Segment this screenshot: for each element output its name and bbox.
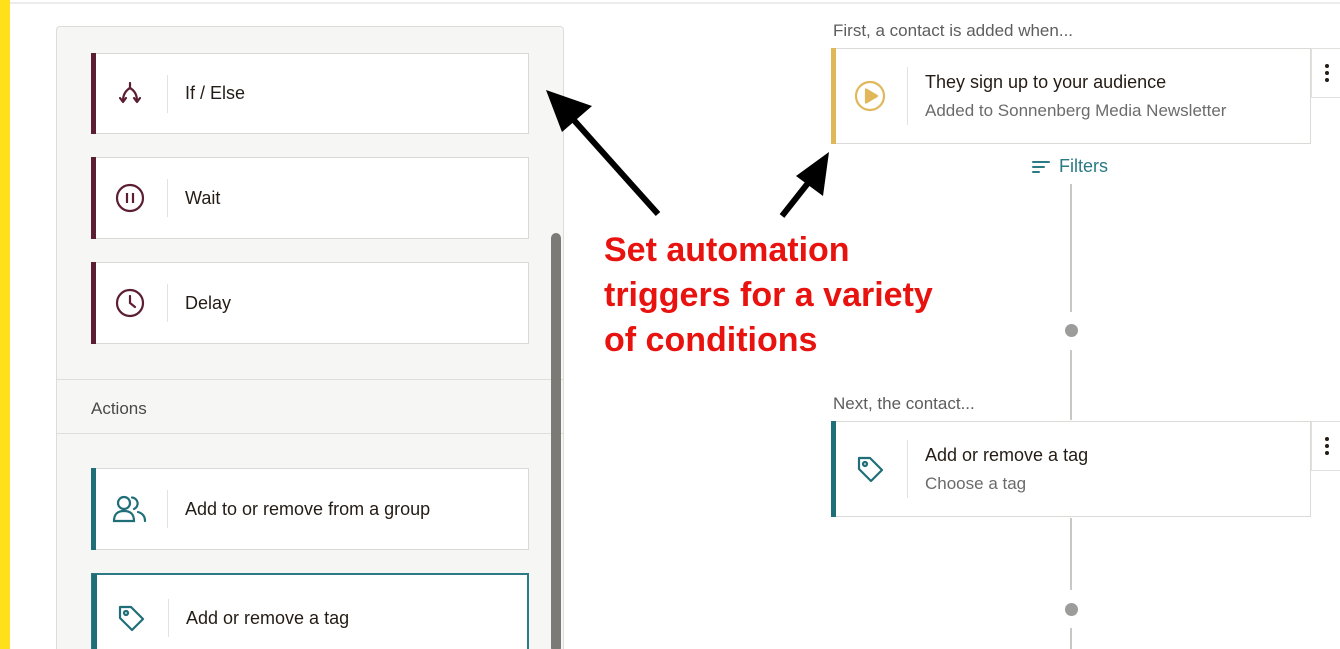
flow-connector — [1070, 184, 1072, 312]
action-group[interactable]: Add to or remove from a group — [91, 468, 529, 550]
action-title: Add or remove a tag — [925, 444, 1089, 465]
flow-connector — [1070, 628, 1072, 649]
filter-lines-icon — [1032, 160, 1050, 173]
action-subtitle: Choose a tag — [925, 473, 1027, 493]
action-more-menu[interactable] — [1311, 421, 1340, 471]
card-accent — [91, 262, 96, 344]
filters-button[interactable]: Filters — [1031, 156, 1108, 177]
trigger-card[interactable]: They sign up to your audience Added to S… — [831, 48, 1311, 144]
clock-icon — [92, 284, 168, 322]
annotation-line: Set automation — [604, 231, 850, 269]
step-label: Delay — [185, 292, 232, 313]
add-step-dot[interactable] — [1065, 324, 1078, 337]
step-delay[interactable]: Delay — [91, 262, 529, 344]
action-label: Add or remove a tag — [186, 607, 350, 628]
kebab-dot — [1324, 71, 1329, 75]
annotation-line: of conditions — [604, 321, 818, 359]
annotation-text: Set automation triggers for a variety of… — [604, 228, 1004, 363]
pause-circle-icon — [92, 179, 168, 217]
kebab-dot — [1324, 451, 1329, 455]
panel-scrollbar[interactable] — [551, 233, 561, 649]
trigger-caption: First, a contact is added when... — [833, 21, 1074, 40]
action-tag[interactable]: Add or remove a tag — [91, 573, 529, 649]
section-divider — [57, 433, 563, 434]
kebab-dot — [1324, 64, 1329, 68]
action-label: Add to or remove from a group — [185, 498, 431, 519]
flow-connector — [1070, 350, 1072, 420]
step-wait[interactable]: Wait — [91, 157, 529, 239]
trigger-title: They sign up to your audience — [925, 71, 1167, 92]
branch-icon — [92, 74, 168, 113]
card-accent — [831, 48, 836, 144]
step-if-else[interactable]: If / Else — [91, 53, 529, 134]
action-card[interactable]: Add or remove a tag Choose a tag — [831, 421, 1311, 517]
actions-heading: Actions — [91, 399, 147, 418]
trigger-subtitle: Added to Sonnenberg Media Newsletter — [925, 100, 1227, 120]
card-accent — [831, 421, 836, 517]
section-divider — [57, 379, 563, 380]
brand-accent-bar — [0, 0, 10, 649]
trigger-more-menu[interactable] — [1311, 48, 1340, 98]
arrow-to-trigger — [779, 152, 829, 218]
kebab-dot — [1324, 78, 1329, 82]
add-step-dot[interactable] — [1065, 603, 1078, 616]
next-caption: Next, the contact... — [833, 394, 975, 413]
card-accent — [91, 468, 96, 550]
tag-icon — [832, 440, 908, 498]
steps-panel: If / Else Wait Delay Actions Add to or r… — [56, 26, 564, 649]
step-label: Wait — [185, 187, 221, 208]
kebab-dot — [1324, 444, 1329, 448]
card-accent — [91, 53, 96, 134]
top-divider — [10, 0, 1340, 4]
card-accent — [92, 574, 97, 649]
step-label: If / Else — [185, 83, 246, 103]
flow-connector — [1070, 518, 1072, 590]
card-accent — [91, 157, 96, 239]
tag-icon — [93, 599, 169, 637]
kebab-dot — [1324, 437, 1329, 441]
annotation-line: triggers for a variety — [604, 276, 933, 314]
group-icon — [92, 490, 168, 528]
play-circle-icon — [832, 67, 908, 125]
filters-label: Filters — [1059, 156, 1108, 176]
